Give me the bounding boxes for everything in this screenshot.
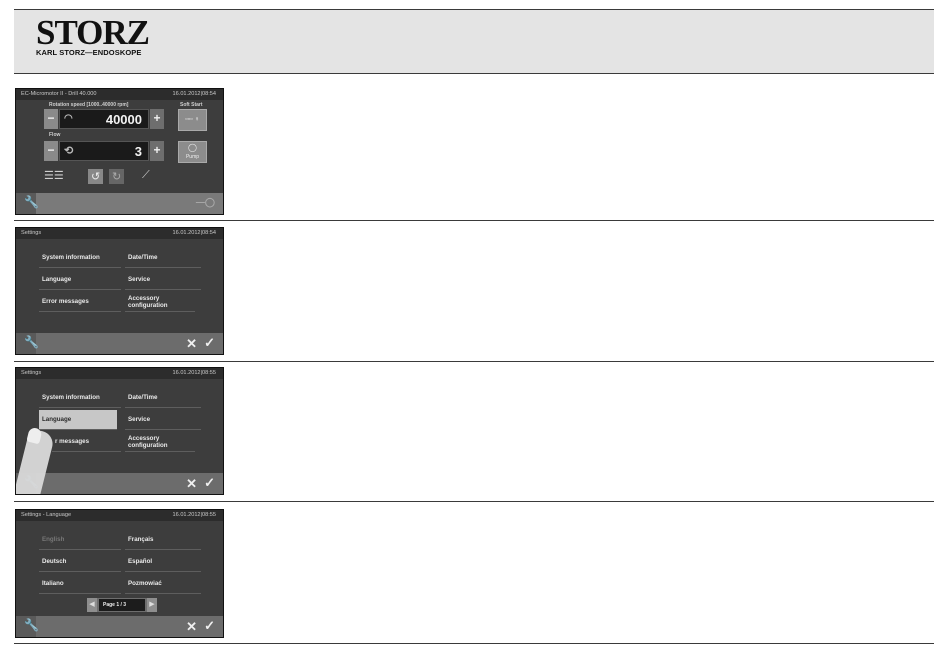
screen-titlebar: EC-Micromotor II - Drill 40.000 16.01.20… [16, 89, 223, 100]
speed-field[interactable]: ◠ 40000 [59, 109, 149, 129]
storz-logo: STORZ KARL STORZ—ENDOSKOPE [36, 13, 156, 62]
confirm-icon[interactable]: ✓ [204, 618, 215, 634]
row-rule-2 [14, 361, 934, 362]
screen-titlebar: Settings - Language 16.01.2012|08:55 [16, 510, 223, 521]
bottom-bar: 🔧 —◯ [24, 193, 223, 214]
menu-date-time[interactable]: Date/Time [125, 248, 201, 268]
confirm-icon[interactable]: ✓ [204, 475, 215, 491]
menu-error-messages[interactable]: Error messages [39, 292, 121, 312]
bottom-bar: 🔧 ✕ ✓ [24, 616, 223, 637]
speed-minus-button[interactable]: − [44, 109, 58, 129]
soft-start-icon: ▫▫▫ ♀ [185, 116, 200, 123]
flow-minus-button[interactable]: − [44, 141, 58, 161]
bottom-bar: 🔧 ✕ ✓ [24, 473, 223, 494]
page-next-icon[interactable]: ▶ [147, 598, 157, 612]
speed-plus-button[interactable]: + [150, 109, 164, 129]
language-english[interactable]: English [39, 530, 121, 550]
pump-button[interactable]: ◯ Pump [178, 141, 207, 163]
soft-start-button[interactable]: ▫▫▫ ♀ [178, 109, 207, 131]
screen-settings-select: Settings 16.01.2012|08:55 System informa… [15, 367, 224, 495]
language-espanol[interactable]: Español [125, 552, 201, 572]
header-rule [14, 73, 934, 74]
logo-subline: KARL STORZ—ENDOSKOPE [36, 48, 142, 57]
screen-micromotor: EC-Micromotor II - Drill 40.000 16.01.20… [15, 88, 224, 215]
flow-icon: ⟲ [64, 145, 74, 157]
speed-gauge-icon: ◠ [64, 113, 73, 124]
cancel-icon[interactable]: ✕ [186, 619, 197, 635]
wrench-icon[interactable]: 🔧 [24, 618, 39, 632]
rotation-left-icon[interactable]: ↺ [88, 169, 104, 184]
menu-language-selected[interactable]: Language [39, 410, 117, 430]
menu-language[interactable]: Language [39, 270, 121, 290]
wrench-icon[interactable]: 🔧 [24, 195, 39, 209]
screen-titlebar: Settings 16.01.2012|08:55 [16, 368, 223, 379]
menu-system-information[interactable]: System information [39, 388, 121, 408]
speed-label: Rotation speed [1000..40000 rpm] [49, 102, 129, 108]
confirm-icon[interactable]: ✓ [204, 335, 215, 351]
page-indicator: Page 1 / 3 [99, 599, 145, 611]
flow-label: Flow [49, 132, 61, 138]
language-francais[interactable]: Français [125, 530, 201, 550]
pagination: ◀ Page 1 / 3 ▶ [87, 598, 157, 612]
pump-icon: ◯ [188, 143, 197, 152]
screen-title: Settings [21, 230, 42, 236]
row-rule-4 [14, 643, 934, 644]
menu-accessory-configuration[interactable]: Accessory configuration [125, 292, 195, 312]
language-deutsch[interactable]: Deutsch [39, 552, 121, 572]
language-italiano[interactable]: Italiano [39, 574, 121, 594]
handpiece-icon: ⟋ [142, 169, 150, 181]
menu-error-messages[interactable]: r messages [52, 432, 121, 452]
menu-service[interactable]: Service [125, 270, 201, 290]
flow-value: 3 [134, 144, 142, 159]
screen-titlebar: Settings 16.01.2012|08:54 [16, 228, 223, 239]
screen-language: Settings - Language 16.01.2012|08:55 Eng… [15, 509, 224, 638]
cancel-icon[interactable]: ✕ [186, 476, 197, 492]
menu-service[interactable]: Service [125, 410, 201, 430]
row-rule-1 [14, 220, 934, 221]
screen-datetime: 16.01.2012|08:54 [172, 91, 216, 97]
menu-accessory-configuration[interactable]: Accessory configuration [125, 432, 195, 452]
row-rule-3 [14, 501, 934, 502]
menu-system-information[interactable]: System information [39, 248, 121, 268]
logo-wordmark: STORZ [36, 13, 150, 52]
program-list-icon[interactable]: ☰☰ [44, 169, 64, 182]
page-prev-icon[interactable]: ◀ [87, 598, 97, 612]
screen-datetime: 16.01.2012|08:55 [172, 512, 216, 518]
screen-datetime: 16.01.2012|08:55 [172, 370, 216, 376]
footswitch-icon: —◯ [195, 197, 215, 207]
screen-datetime: 16.01.2012|08:54 [172, 230, 216, 236]
pump-label: Pump [185, 154, 200, 160]
flow-plus-button[interactable]: + [150, 141, 164, 161]
cancel-icon[interactable]: ✕ [186, 336, 197, 352]
screen-title: Settings - Language [21, 512, 72, 518]
speed-value: 40000 [105, 112, 142, 127]
soft-start-label: Soft Start [180, 102, 203, 108]
bottom-bar: 🔧 ✕ ✓ [24, 333, 223, 354]
wrench-icon[interactable]: 🔧 [24, 335, 39, 349]
screen-settings: Settings 16.01.2012|08:54 System informa… [15, 227, 224, 355]
rotation-right-icon[interactable]: ↻ [109, 169, 125, 184]
language-pozmowiac[interactable]: Pozmowiać [125, 574, 201, 594]
flow-field[interactable]: ⟲ 3 [59, 141, 149, 161]
menu-date-time[interactable]: Date/Time [125, 388, 201, 408]
screen-title: EC-Micromotor II - Drill 40.000 [21, 91, 97, 97]
screen-title: Settings [21, 370, 42, 376]
